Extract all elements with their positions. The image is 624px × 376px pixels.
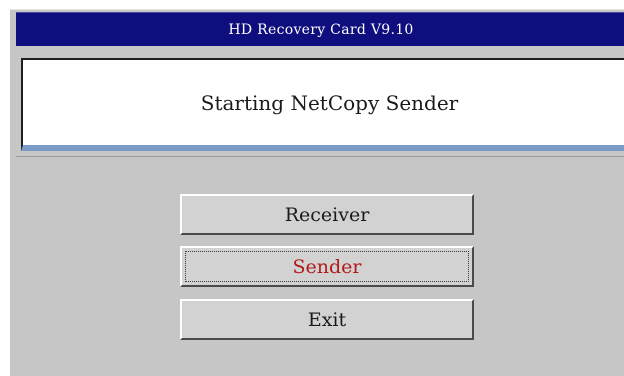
title-bar: HD Recovery Card V9.10 (16, 12, 624, 46)
sender-button-label: Sender (292, 255, 362, 278)
status-message: Starting NetCopy Sender (200, 90, 459, 115)
exit-button[interactable]: Exit (180, 299, 474, 340)
window-title: HD Recovery Card V9.10 (228, 21, 414, 38)
receiver-button-label: Receiver (284, 203, 370, 226)
receiver-button[interactable]: Receiver (180, 194, 474, 235)
sender-button[interactable]: Sender (180, 246, 474, 287)
divider (16, 156, 624, 157)
exit-button-label: Exit (307, 308, 347, 331)
recovery-window: HD Recovery Card V9.10 Starting NetCopy … (8, 9, 624, 376)
status-panel: Starting NetCopy Sender (21, 58, 624, 151)
